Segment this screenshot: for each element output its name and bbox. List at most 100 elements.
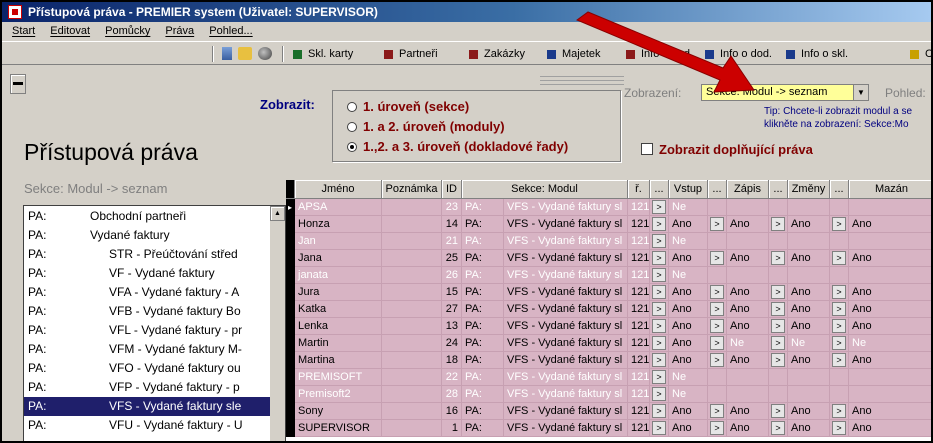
table-row[interactable]: Jana 25 PA: VFS - Vydané faktury sl 121 > Ano >… xyxy=(286,250,931,267)
module-list[interactable]: PA: VFU - Vydané faktury - U PA: VFS - Vyda… xyxy=(23,205,286,441)
extra-rights-checkbox[interactable]: Zobrazit doplňující práva xyxy=(641,142,813,157)
chevron-right-icon[interactable]: > xyxy=(710,404,724,418)
chevron-right-icon[interactable]: > xyxy=(652,336,666,350)
chevron-right-icon[interactable]: > xyxy=(652,251,666,265)
chevron-right-icon[interactable]: > xyxy=(771,421,785,435)
menu-start[interactable]: Start xyxy=(12,25,35,37)
list-item[interactable]: PA: VFU - Vydané faktury - U xyxy=(24,416,271,435)
radio-level-1[interactable]: 1. úroveň (sekce) xyxy=(347,98,469,116)
toolbar-info-dod-button[interactable]: Info o dod. xyxy=(626,47,693,61)
chevron-down-icon[interactable]: ▼ xyxy=(853,85,868,100)
list-item[interactable]: PA: VFO - Vydané faktury ou xyxy=(24,359,271,378)
col-header-r[interactable]: ř. xyxy=(628,180,650,199)
col-header-poznamka[interactable]: Poznámka xyxy=(382,180,442,199)
chevron-right-icon[interactable]: > xyxy=(832,336,846,350)
chevron-right-icon[interactable]: > xyxy=(710,336,724,350)
col-header-mazani[interactable]: Mazán xyxy=(849,180,931,199)
list-item[interactable]: PA: VFP - Vydané faktury - p xyxy=(24,378,271,397)
list-scrollbar[interactable]: ▲ xyxy=(270,206,285,441)
chevron-right-icon[interactable]: > xyxy=(710,285,724,299)
resize-grip[interactable] xyxy=(540,76,624,85)
table-row[interactable]: SUPERVISOR 1 PA: VFS - Vydané faktury sl 121… xyxy=(286,420,931,437)
scroll-up-icon[interactable]: ▲ xyxy=(270,206,285,221)
table-row[interactable]: Jan 21 PA: VFS - Vydané faktury sl 121 > Ne xyxy=(286,233,931,250)
chevron-right-icon[interactable]: > xyxy=(652,319,666,333)
chevron-right-icon[interactable]: > xyxy=(652,387,666,401)
folder-icon[interactable] xyxy=(238,47,252,60)
chevron-right-icon[interactable]: > xyxy=(771,285,785,299)
chevron-right-icon[interactable]: > xyxy=(832,251,846,265)
chevron-right-icon[interactable]: > xyxy=(771,217,785,231)
col-header-more[interactable]: ... xyxy=(650,180,669,199)
chevron-right-icon[interactable]: > xyxy=(652,200,666,214)
chevron-right-icon[interactable]: > xyxy=(652,302,666,316)
chevron-right-icon[interactable]: > xyxy=(771,336,785,350)
chevron-right-icon[interactable]: > xyxy=(710,251,724,265)
table-row[interactable]: ▸ APSA 23 PA: VFS - Vydané faktury sl 121 > Ne xyxy=(286,199,931,216)
chevron-right-icon[interactable]: > xyxy=(652,353,666,367)
list-item[interactable]: PA: VFB - Vydané faktury Bo xyxy=(24,302,271,321)
col-header-zapis[interactable]: Zápis xyxy=(727,180,769,199)
collapse-button[interactable] xyxy=(10,74,26,94)
table-row[interactable]: Martina 18 PA: VFS - Vydané faktury sl 121 > A… xyxy=(286,352,931,369)
list-item[interactable]: PA: STR - Přeúčtování střed xyxy=(24,245,271,264)
chevron-right-icon[interactable]: > xyxy=(832,404,846,418)
chevron-right-icon[interactable]: > xyxy=(771,251,785,265)
col-header-vstup[interactable]: Vstup xyxy=(669,180,708,199)
list-item[interactable]: PA: VF - Vydané faktury xyxy=(24,264,271,283)
toolbar-skl-karty-button[interactable]: Skl. karty xyxy=(293,47,353,61)
menu-prava[interactable]: Práva xyxy=(165,25,194,37)
toolbar-info-skl-button[interactable]: Info o skl. xyxy=(786,47,848,61)
chevron-right-icon[interactable]: > xyxy=(832,421,846,435)
list-item[interactable]: PA: VFL - Vydané faktury - pr xyxy=(24,321,271,340)
chevron-right-icon[interactable]: > xyxy=(652,285,666,299)
table-row[interactable]: Premisoft2 28 PA: VFS - Vydané faktury sl 12… xyxy=(286,386,931,403)
radio-level-1-2[interactable]: 1. a 2. úroveň (moduly) xyxy=(347,118,505,136)
table-row[interactable]: Katka 27 PA: VFS - Vydané faktury sl 121 > Ano… xyxy=(286,301,931,318)
zobrazeni-select[interactable]: Sekce: Modul -> seznam ▼ xyxy=(701,84,869,101)
grid-row-header[interactable] xyxy=(286,180,295,199)
menu-pomucky[interactable]: Pomůcky xyxy=(105,25,150,37)
col-header-jmeno[interactable]: Jméno xyxy=(295,180,382,199)
chevron-right-icon[interactable]: > xyxy=(832,217,846,231)
book-icon[interactable] xyxy=(222,47,232,60)
menu-pohled[interactable]: Pohled... xyxy=(209,25,252,37)
radio-level-1-2-3[interactable]: 1.,2. a 3. úroveň (dokladové řady) xyxy=(347,138,568,156)
chevron-right-icon[interactable]: > xyxy=(832,302,846,316)
chevron-right-icon[interactable]: > xyxy=(771,302,785,316)
chevron-right-icon[interactable]: > xyxy=(771,319,785,333)
chevron-right-icon[interactable]: > xyxy=(832,285,846,299)
chevron-right-icon[interactable]: > xyxy=(652,217,666,231)
table-row[interactable]: Jura 15 PA: VFS - Vydané faktury sl 121 > Ano >… xyxy=(286,284,931,301)
menu-editovat[interactable]: Editovat xyxy=(50,25,90,37)
list-item-selected[interactable]: PA: VFS - Vydané faktury sle xyxy=(24,397,271,416)
chevron-right-icon[interactable]: > xyxy=(652,268,666,282)
list-item[interactable]: PA: VFM - Vydané faktury M- xyxy=(24,340,271,359)
table-row[interactable]: PREMISOFT 22 PA: VFS - Vydané faktury sl 121… xyxy=(286,369,931,386)
chevron-right-icon[interactable]: > xyxy=(710,319,724,333)
chevron-right-icon[interactable]: > xyxy=(771,353,785,367)
chevron-right-icon[interactable]: > xyxy=(771,404,785,418)
chevron-right-icon[interactable]: > xyxy=(652,404,666,418)
col-header-zmeny[interactable]: Změny xyxy=(788,180,830,199)
chevron-right-icon[interactable]: > xyxy=(710,353,724,367)
toolbar-zakazky-button[interactable]: Zakázky xyxy=(469,47,525,61)
col-header-more[interactable]: ... xyxy=(708,180,727,199)
chevron-right-icon[interactable]: > xyxy=(710,217,724,231)
col-header-more[interactable]: ... xyxy=(769,180,788,199)
col-header-sekce-modul[interactable]: Sekce: Modul xyxy=(462,180,628,199)
table-row[interactable]: Lenka 13 PA: VFS - Vydané faktury sl 121 > Ano… xyxy=(286,318,931,335)
chevron-right-icon[interactable]: > xyxy=(652,370,666,384)
col-header-id[interactable]: ID xyxy=(442,180,462,199)
list-item[interactable]: PA: VFA - Vydané faktury - A xyxy=(24,283,271,302)
table-row[interactable]: Sony 16 PA: VFS - Vydané faktury sl 121 > Ano >… xyxy=(286,403,931,420)
chevron-right-icon[interactable]: > xyxy=(710,421,724,435)
toolbar-c-button[interactable]: C xyxy=(910,47,931,61)
chevron-right-icon[interactable]: > xyxy=(832,353,846,367)
toolbar-majetek-button[interactable]: Majetek xyxy=(547,47,601,61)
chevron-right-icon[interactable]: > xyxy=(652,421,666,435)
table-row[interactable]: janata 26 PA: VFS - Vydané faktury sl 121 > Ne xyxy=(286,267,931,284)
chevron-right-icon[interactable]: > xyxy=(832,319,846,333)
col-header-more[interactable]: ... xyxy=(830,180,849,199)
table-row[interactable]: Honza 14 PA: VFS - Vydané faktury sl 121 > Ano… xyxy=(286,216,931,233)
